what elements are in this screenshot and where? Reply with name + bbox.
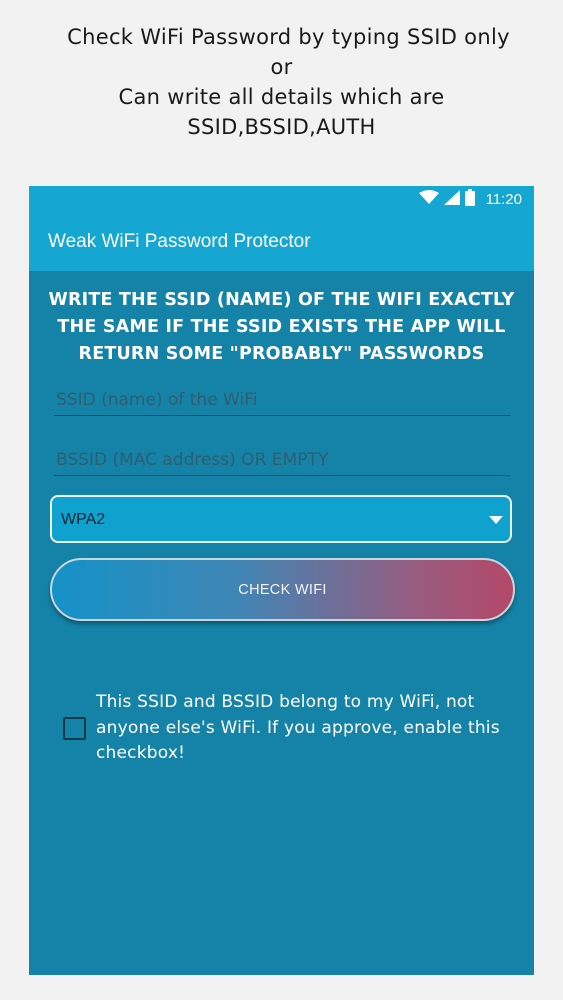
status-icons: 11:20 <box>418 186 522 212</box>
auth-type-dropdown[interactable]: WPA2 <box>50 495 512 543</box>
ssid-field <box>54 385 514 416</box>
check-wifi-button[interactable]: CHECK WIFI <box>50 558 515 621</box>
check-wifi-label: CHECK WIFI <box>238 581 327 598</box>
status-bar: 11:20 <box>29 186 534 212</box>
ssid-input[interactable] <box>54 385 514 415</box>
promo-caption: Check WiFi Password by typing SSID only … <box>0 22 563 142</box>
wifi-icon <box>418 189 439 209</box>
app-bar: Weak WiFi Password Protector <box>29 212 534 271</box>
app-title: Weak WiFi Password Protector <box>48 231 311 252</box>
caption-line-4: SSID,BSSID,AUTH <box>187 115 376 139</box>
dropdown-arrow-icon <box>489 516 503 524</box>
instructions-text: WRITE THE SSID (NAME) OF THE WIFI EXACTL… <box>48 290 515 364</box>
phone-screen: 11:20 Weak WiFi Password Protector WRITE… <box>29 186 534 975</box>
auth-type-value: WPA2 <box>61 511 106 528</box>
consent-text: This SSID and BSSID belong to my WiFi, n… <box>96 692 500 763</box>
consent-checkbox[interactable] <box>63 717 86 740</box>
battery-icon <box>464 188 475 210</box>
bssid-field <box>54 445 514 476</box>
caption-line-3: Can write all details which are <box>118 85 445 109</box>
signal-icon <box>443 189 460 209</box>
caption-line-2: or <box>270 55 293 79</box>
caption-line-1: Check WiFi Password by typing SSID only <box>67 25 510 49</box>
bssid-input[interactable] <box>54 445 514 475</box>
status-time: 11:20 <box>485 190 522 208</box>
